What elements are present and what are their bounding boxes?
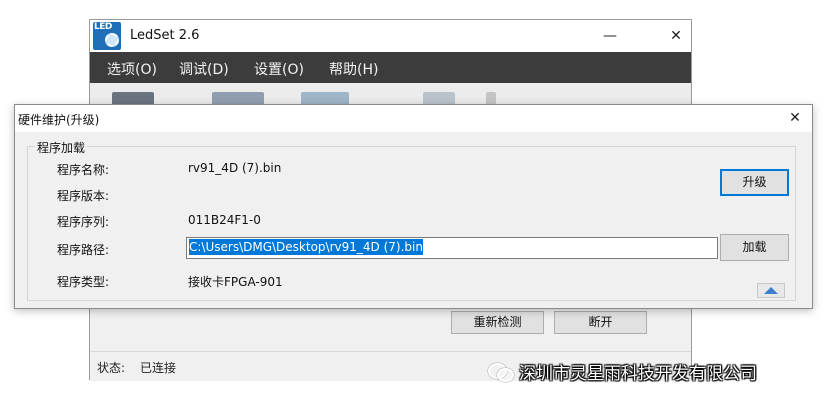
menu-debug[interactable]: 调试(D): [179, 59, 229, 79]
menu-options[interactable]: 选项(O): [107, 59, 157, 79]
upgrade-button[interactable]: 升级: [720, 169, 789, 196]
program-path-input[interactable]: C:\Users\DMG\Desktop\rv91_4D (7).bin: [186, 237, 718, 259]
dialog-title: 硬件维护(升级): [18, 113, 100, 127]
watermark-text: 深圳市灵星雨科技开发有限公司: [519, 363, 757, 384]
program-name-value: rv91_4D (7).bin: [188, 161, 282, 175]
disconnect-button[interactable]: 断开: [554, 311, 647, 334]
wechat-icon: [488, 361, 514, 382]
program-load-group: [27, 146, 796, 301]
load-button[interactable]: 加载: [720, 234, 789, 261]
program-serial-value: 011B24F1-0: [188, 213, 261, 227]
menubar: 选项(O) 调试(D) 设置(O) 帮助(H): [90, 52, 691, 83]
program-serial-label: 程序序列:: [57, 215, 110, 229]
dialog-titlebar: 硬件维护(升级) ✕: [15, 105, 812, 132]
minimize-button[interactable]: —: [595, 24, 625, 48]
program-type-label: 程序类型:: [57, 275, 110, 289]
program-version-label: 程序版本:: [57, 189, 110, 203]
status-value: 已连接: [140, 361, 177, 375]
window-title: LedSet 2.6: [130, 28, 200, 43]
collapse-button[interactable]: [757, 283, 785, 298]
redetect-button[interactable]: 重新检测: [451, 311, 544, 334]
program-type-value: 接收卡FPGA-901: [188, 275, 283, 289]
watermark: 深圳市灵星雨科技开发有限公司: [488, 356, 757, 386]
collapse-up-icon: [764, 287, 778, 294]
program-path-value: C:\Users\DMG\Desktop\rv91_4D (7).bin: [189, 239, 423, 255]
program-name-label: 程序名称:: [57, 163, 110, 177]
main-titlebar: LED LedSet 2.6 — ✕: [90, 20, 691, 52]
led-app-icon: LED: [93, 22, 121, 50]
app-icon-text: LED: [94, 22, 112, 32]
hardware-maintenance-dialog: 硬件维护(升级) ✕ 程序加载 程序名称: rv91_4D (7).bin 程序…: [14, 104, 813, 309]
dialog-close-button[interactable]: ✕: [784, 108, 806, 128]
close-button[interactable]: ✕: [661, 24, 691, 48]
menu-settings[interactable]: 设置(O): [254, 59, 304, 79]
gear-icon: [105, 33, 119, 47]
status-label: 状态:: [97, 361, 126, 375]
menu-help[interactable]: 帮助(H): [329, 59, 378, 79]
group-title: 程序加载: [35, 139, 88, 156]
program-path-label: 程序路径:: [57, 243, 110, 257]
